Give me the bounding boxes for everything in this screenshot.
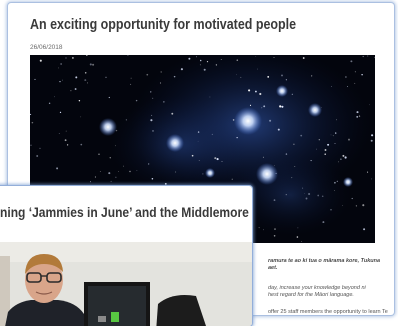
article-card-front: ning ‘Jammies in June’ and the Middlemor… xyxy=(0,186,252,326)
article-body-line: offer 25 staff members the opportunity t… xyxy=(268,309,388,315)
article-body-line: ramura te ao ki tua o mārama kore, Tukun… xyxy=(268,258,381,264)
article-body-line: aet. xyxy=(268,265,278,271)
article-title[interactable]: An exciting opportunity for motivated pe… xyxy=(30,17,296,33)
staff-photo xyxy=(0,242,252,326)
article-title[interactable]: ning ‘Jammies in June’ and the Middlemor… xyxy=(0,204,249,220)
article-body-line: hest regard for the Māori language. xyxy=(268,292,354,298)
article-date: 26/06/2018 xyxy=(30,44,63,51)
article-body-line: day, increase your knowledge beyond ni xyxy=(268,285,366,291)
